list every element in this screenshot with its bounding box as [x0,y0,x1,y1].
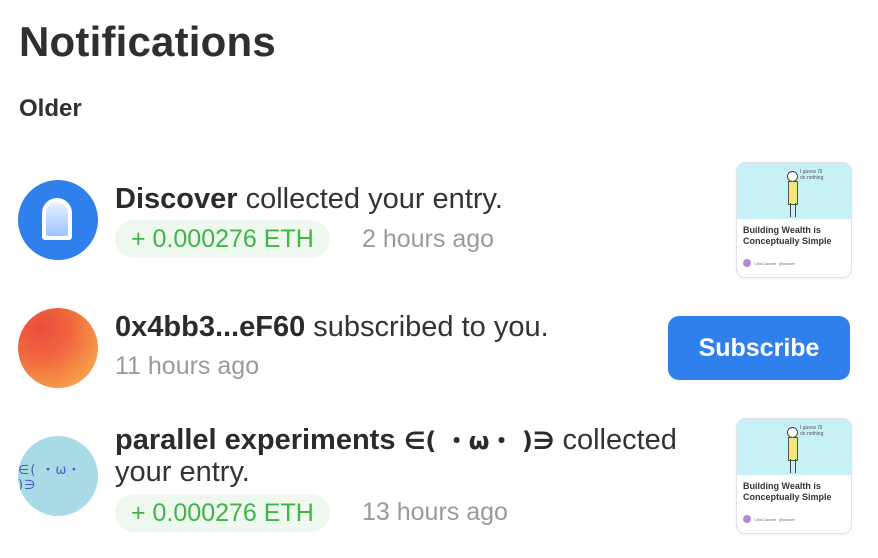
avatar-text: ∈( ・ω・ )∋ [18,463,82,493]
page-title: Notifications [19,18,276,65]
author-avatar [743,515,751,523]
eth-amount-badge: + 0.000276 ETH [115,220,330,258]
action-text-continued: your entry. [115,456,250,488]
timestamp: 11 hours ago [115,352,260,380]
action-text: collected [554,424,677,456]
timestamp: 2 hours ago [362,225,495,253]
action-text: collected your entry. [237,183,503,215]
thumbnail-author: Clint Conzet @conzet [743,259,843,267]
actor-name[interactable]: Discover [115,183,238,215]
author-avatar [743,259,751,267]
actor-name[interactable]: 0x4bb3...eF60 [115,311,305,343]
section-heading-older: Older [19,95,82,122]
timestamp: 13 hours ago [362,498,508,526]
notification-text: 0x4bb3...eF60 subscribed to you. [115,311,549,344]
subscribe-button[interactable]: Subscribe [668,316,850,380]
parallel-experiments-avatar[interactable]: ∈( ・ω・ )∋ [18,436,98,516]
wallet-avatar[interactable] [18,308,98,388]
discover-avatar[interactable] [18,180,98,260]
action-text: subscribed to you. [305,311,549,343]
thumbnail-caption: Building Wealth is Conceptually Simple [743,481,832,502]
actor-name[interactable]: parallel experiments [115,424,395,456]
notification-text: parallel experiments ∈( ・ω・ )∋ collected [115,421,677,457]
notification-text: Discover collected your entry. [115,183,503,216]
eth-amount-badge: + 0.000276 ETH [115,494,330,532]
speech-bubble-text: I guess I'll do nothing [800,169,824,181]
speech-bubble-text: I guess I'll do nothing [800,425,824,437]
actor-kaomoji: ∈( ・ω・ )∋ [395,427,555,455]
thumbnail-author: Clint Conzet @conzet [743,515,843,523]
thumbnail-caption: Building Wealth is Conceptually Simple [743,225,832,246]
entry-thumbnail[interactable]: I guess I'll do nothing Building Wealth … [736,162,852,278]
entry-thumbnail[interactable]: I guess I'll do nothing Building Wealth … [736,418,852,534]
